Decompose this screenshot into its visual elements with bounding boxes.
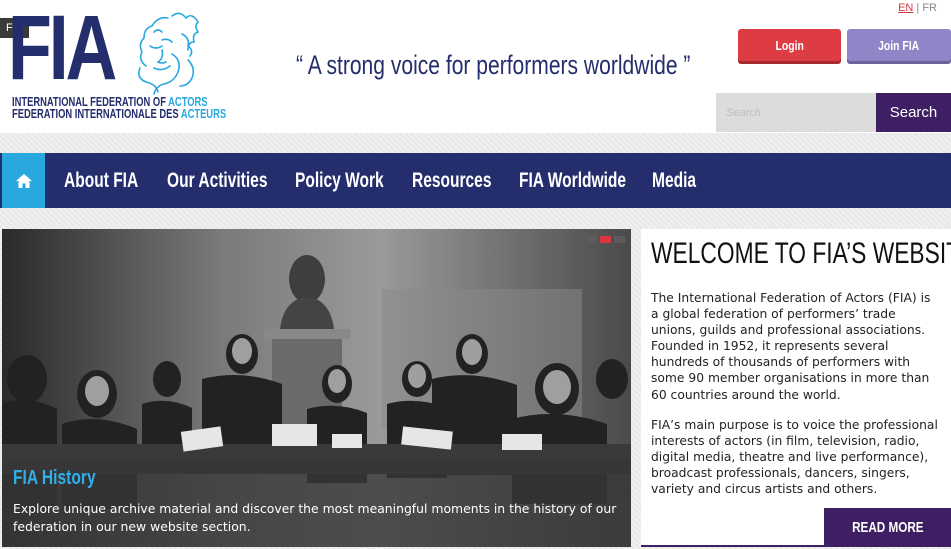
read-more-label: READ MORE xyxy=(851,519,924,536)
welcome-paragraph-1: The International Federation of Actors (… xyxy=(651,291,931,402)
join-fia-button-label: Join FIA xyxy=(878,37,920,53)
main-navigation: About FIA Our Activities Policy Work Res… xyxy=(0,153,951,208)
login-button[interactable]: Login xyxy=(738,29,841,61)
nav-item-media[interactable]: Media xyxy=(652,153,696,208)
nav-item-policy-work[interactable]: Policy Work xyxy=(295,153,384,208)
language-fr-link[interactable]: FR xyxy=(922,2,937,14)
slider-dot-active[interactable] xyxy=(600,236,611,243)
slider-dot[interactable] xyxy=(614,236,625,243)
nav-item-about-fia[interactable]: About FIA xyxy=(64,153,138,208)
language-switcher: EN | FR xyxy=(898,2,937,14)
header-divider xyxy=(0,133,951,153)
language-en-link[interactable]: EN xyxy=(898,2,913,14)
welcome-paragraph-2: FIA’s main purpose is to voice the profe… xyxy=(651,418,938,497)
read-more-button[interactable]: READ MORE xyxy=(824,508,951,547)
slide-title[interactable]: FIA History xyxy=(13,467,96,490)
slide-description: Explore unique archive material and disc… xyxy=(13,501,617,534)
slider-caption: FIA History Explore unique archive mater… xyxy=(2,458,631,547)
divider-line xyxy=(641,545,824,547)
welcome-panel: WELCOME TO FIA’S WEBSITE The Internation… xyxy=(641,229,951,547)
search-input[interactable] xyxy=(716,93,876,132)
language-separator: | xyxy=(916,2,920,14)
nav-item-fia-worldwide[interactable]: FIA Worldwide xyxy=(519,153,626,208)
nav-home-button[interactable] xyxy=(2,153,45,208)
search-button[interactable]: Search xyxy=(876,93,951,132)
site-tagline: “ A strong voice for performers worldwid… xyxy=(296,50,691,80)
logo-face-drawing xyxy=(138,12,200,95)
nav-item-resources[interactable]: Resources xyxy=(412,153,491,208)
nav-item-our-activities[interactable]: Our Activities xyxy=(167,153,267,208)
login-button-label: Login xyxy=(775,37,804,53)
logo-subtitle-fr: FEDERATION INTERNATIONALE DES ACTEURS xyxy=(12,106,227,121)
slider-pagination xyxy=(572,236,625,243)
welcome-heading: WELCOME TO FIA’S WEBSITE xyxy=(651,237,951,270)
site-header: FIA FIA INTERNATIONAL FEDERATION OF ACTO… xyxy=(0,0,951,133)
home-icon xyxy=(15,173,32,188)
slider-dot[interactable] xyxy=(572,236,583,243)
logo-letters: FIA xyxy=(8,0,117,99)
join-fia-button[interactable]: Join FIA xyxy=(847,29,951,61)
hero-slider[interactable]: FIA History Explore unique archive mater… xyxy=(2,229,631,547)
slider-dot[interactable] xyxy=(586,236,597,243)
